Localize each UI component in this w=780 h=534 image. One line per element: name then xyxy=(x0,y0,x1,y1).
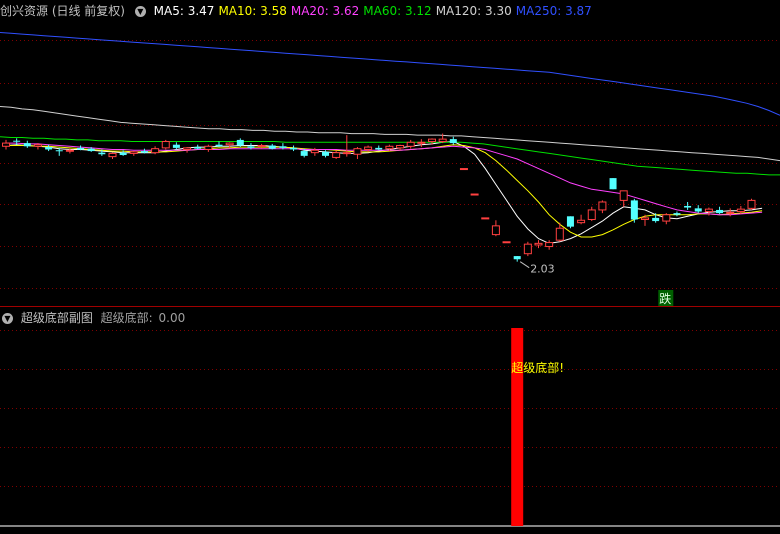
ma10-line xyxy=(6,144,763,238)
candle xyxy=(396,144,405,151)
candle xyxy=(215,141,223,148)
moving-average-lines xyxy=(0,32,780,244)
ma20-line xyxy=(6,142,763,216)
candle xyxy=(673,211,681,217)
candle xyxy=(491,220,500,237)
candle xyxy=(587,206,596,222)
sub-indicator-value: 0.00 xyxy=(158,311,186,325)
candle xyxy=(662,213,671,225)
ma5-line xyxy=(5,140,763,244)
signal-bar xyxy=(511,328,524,526)
candle xyxy=(406,139,415,149)
candle xyxy=(545,240,554,250)
candle xyxy=(108,152,117,160)
candle xyxy=(194,144,202,150)
candle xyxy=(23,140,31,148)
candle xyxy=(481,217,490,220)
candle xyxy=(566,216,574,229)
candle xyxy=(45,144,53,152)
candlesticks xyxy=(2,133,756,262)
candle xyxy=(577,214,586,225)
sub-grid xyxy=(0,330,780,487)
candle xyxy=(204,144,213,152)
sub-panel-header: ▼ 超级底部副图 超级底部: 0.00 xyxy=(0,308,189,328)
candle xyxy=(129,151,138,156)
candle xyxy=(290,145,298,152)
candle xyxy=(375,145,383,151)
candle xyxy=(225,142,234,148)
signal-text: 超级底部! xyxy=(511,360,564,375)
candle xyxy=(2,139,10,150)
sub-indicator-label: 超级底部: xyxy=(100,311,153,325)
candle xyxy=(523,241,532,257)
low-price-label: 2.03 xyxy=(530,263,555,276)
candle xyxy=(332,150,341,160)
candle xyxy=(183,147,192,153)
candle xyxy=(598,200,607,214)
sub-panel-title[interactable]: 超级底部副图 xyxy=(21,311,93,325)
candle xyxy=(268,143,276,150)
candle xyxy=(470,193,479,196)
candle xyxy=(257,143,266,149)
sub-menu-chevron-icon[interactable]: ▼ xyxy=(2,313,13,324)
candle xyxy=(449,136,457,145)
candle xyxy=(364,145,373,152)
candle xyxy=(747,198,756,210)
candle xyxy=(609,178,617,190)
candle xyxy=(694,205,702,214)
candle xyxy=(630,198,638,223)
main-annotations: 2.03 跌 xyxy=(519,261,674,306)
signal-label: 跌 xyxy=(659,291,671,306)
candle xyxy=(684,201,692,210)
candle xyxy=(151,146,160,155)
candle xyxy=(513,256,521,262)
candle xyxy=(417,139,426,148)
candle xyxy=(161,139,170,150)
candle xyxy=(172,142,180,150)
ma60-line xyxy=(0,136,780,176)
candle xyxy=(716,206,724,214)
candle xyxy=(342,135,351,157)
low-pointer xyxy=(519,261,530,269)
candle xyxy=(459,168,468,171)
candle xyxy=(502,241,511,244)
ma250-line xyxy=(0,32,780,116)
main-chart[interactable]: 2.03 跌 超级底部! xyxy=(0,0,780,534)
candle xyxy=(619,190,628,207)
candle xyxy=(353,147,362,160)
sub-indicator: 超级底部! xyxy=(0,328,780,527)
main-grid xyxy=(0,40,780,289)
